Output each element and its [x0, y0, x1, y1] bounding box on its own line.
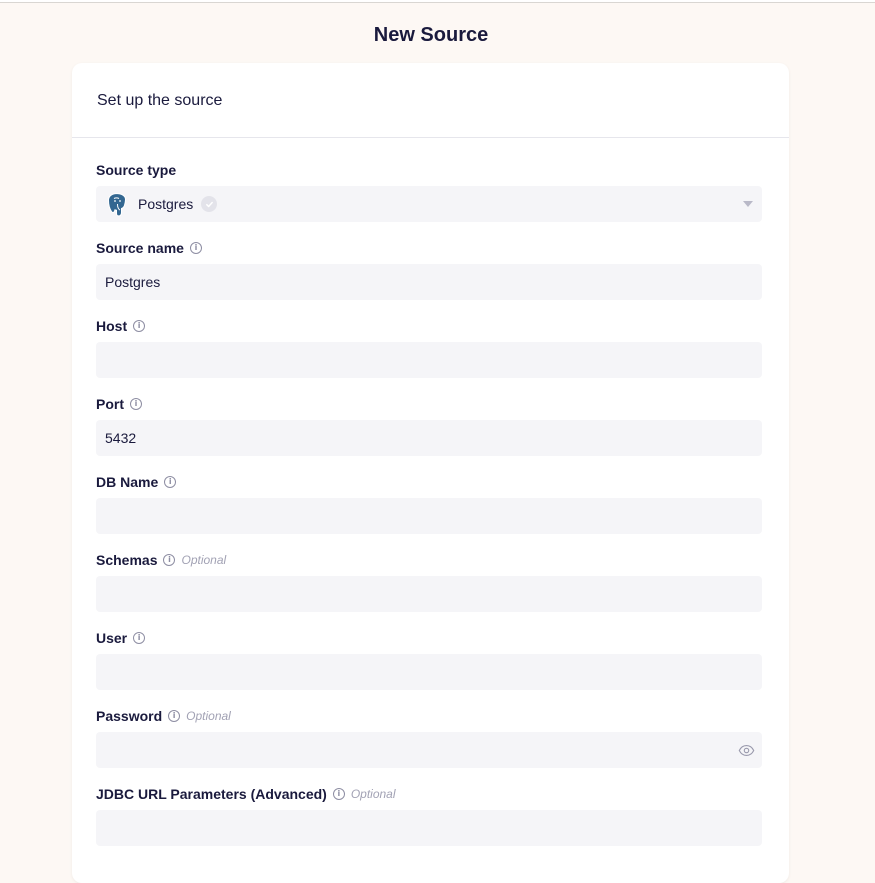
source-name-label: Source name — [96, 240, 184, 256]
show-password-eye-icon[interactable] — [738, 742, 755, 759]
jdbc-params-field: JDBC URL Parameters (Advanced) i Optiona… — [96, 785, 762, 863]
info-icon[interactable]: i — [189, 242, 202, 254]
db-name-input[interactable] — [96, 498, 762, 534]
jdbc-params-input[interactable] — [96, 810, 762, 846]
info-icon[interactable]: i — [168, 710, 181, 722]
port-field: Port i 5432 — [96, 395, 762, 473]
info-icon[interactable]: i — [332, 788, 345, 800]
port-value: 5432 — [105, 430, 137, 446]
info-icon[interactable]: i — [130, 398, 142, 410]
top-border — [0, 0, 875, 3]
password-label: Password — [96, 708, 163, 724]
source-type-label: Source type — [96, 162, 177, 178]
host-label: Host — [96, 318, 128, 334]
info-icon[interactable]: i — [163, 554, 176, 566]
info-icon[interactable]: i — [133, 632, 146, 644]
schemas-label: Schemas — [96, 552, 158, 568]
port-input[interactable]: 5432 — [96, 420, 762, 456]
source-form: Source type Postgres Source name i Postg… — [72, 138, 789, 863]
optional-tag: Optional — [186, 709, 231, 723]
source-type-select[interactable]: Postgres — [96, 186, 762, 222]
optional-tag: Optional — [181, 553, 227, 567]
password-input[interactable] — [96, 732, 762, 768]
port-label: Port — [96, 396, 124, 412]
source-name-input[interactable]: Postgres — [96, 264, 762, 300]
db-name-field: DB Name i — [96, 473, 762, 551]
page-title: New Source — [373, 24, 489, 46]
schemas-field: Schemas i Optional — [96, 551, 762, 629]
source-setup-card: Set up the source Source type Postgres S… — [72, 63, 789, 883]
user-input[interactable] — [96, 654, 762, 690]
card-header: Set up the source — [72, 63, 789, 138]
info-icon[interactable]: i — [164, 476, 177, 488]
user-label: User — [96, 630, 128, 646]
source-type-value: Postgres — [138, 196, 194, 212]
schemas-input[interactable] — [96, 576, 762, 612]
host-field: Host i — [96, 317, 762, 395]
optional-tag: Optional — [350, 787, 396, 801]
verified-check-icon — [201, 196, 218, 212]
jdbc-params-label: JDBC URL Parameters (Advanced) — [96, 786, 327, 802]
source-name-value: Postgres — [105, 274, 161, 290]
db-name-label: DB Name — [96, 474, 159, 490]
chevron-down-icon — [743, 201, 753, 207]
info-icon[interactable]: i — [133, 320, 146, 332]
postgres-logo-icon — [107, 192, 126, 216]
source-type-field: Source type Postgres — [96, 161, 762, 239]
source-name-field: Source name i Postgres — [96, 239, 762, 317]
host-input[interactable] — [96, 342, 762, 378]
user-field: User i — [96, 629, 762, 707]
password-field: Password i Optional — [96, 707, 762, 785]
